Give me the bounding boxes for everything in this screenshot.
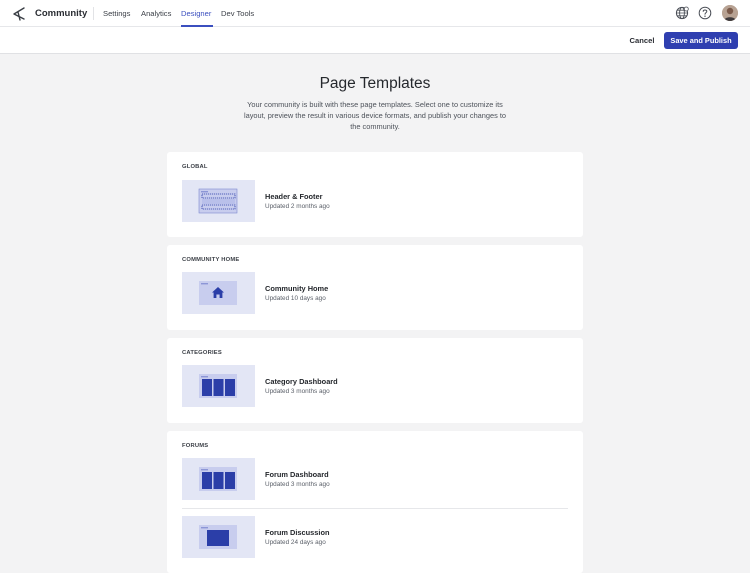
community-logo-icon[interactable] <box>12 6 26 21</box>
section-card-global: GLOBAL Header & Footer Updated 2 months … <box>167 152 583 237</box>
nav-divider <box>93 7 94 20</box>
section-label: GLOBAL <box>182 164 208 170</box>
tab-designer[interactable]: Designer <box>181 9 211 18</box>
section-card-forums: FORUMS Forum Dashboard Updated 3 months … <box>167 431 583 573</box>
home-icon <box>199 281 237 305</box>
template-name[interactable]: Forum Dashboard <box>265 470 329 479</box>
template-thumbnail[interactable] <box>182 516 255 558</box>
top-nav: Community Settings Analytics Designer De… <box>0 0 750 27</box>
single-block-layout-icon <box>199 525 237 549</box>
template-updated: Updated 3 months ago <box>265 388 330 395</box>
tab-dev-tools[interactable]: Dev Tools <box>221 9 254 18</box>
page-title: Page Templates <box>319 75 431 92</box>
template-name[interactable]: Forum Discussion <box>265 528 329 537</box>
action-bar: Cancel Save and Publish <box>0 27 750 54</box>
header-footer-layout-icon <box>198 188 238 214</box>
section-label: FORUMS <box>182 443 209 449</box>
page-description: Your community is built with these page … <box>243 100 507 131</box>
template-updated: Updated 3 months ago <box>265 481 330 488</box>
template-name[interactable]: Header & Footer <box>265 192 323 201</box>
cancel-button[interactable]: Cancel <box>622 33 662 48</box>
section-card-categories: CATEGORIES Category Dashboard Updated 3 … <box>167 338 583 423</box>
avatar-image-icon <box>722 5 738 21</box>
save-and-publish-button[interactable]: Save and Publish <box>664 32 738 49</box>
section-card-community-home: COMMUNITY HOME Community Home Updated 10… <box>167 245 583 330</box>
row-divider <box>182 508 568 509</box>
template-thumbnail[interactable] <box>182 272 255 314</box>
template-name[interactable]: Category Dashboard <box>265 377 338 386</box>
template-name[interactable]: Community Home <box>265 284 328 293</box>
template-thumbnail[interactable] <box>182 180 255 222</box>
template-updated: Updated 10 days ago <box>265 295 326 302</box>
three-column-layout-icon <box>199 467 237 491</box>
globe-settings-icon[interactable] <box>675 6 689 20</box>
template-updated: Updated 2 months ago <box>265 203 330 210</box>
section-label: CATEGORIES <box>182 350 222 356</box>
template-thumbnail[interactable] <box>182 365 255 407</box>
brand-name[interactable]: Community <box>35 8 87 19</box>
tab-analytics[interactable]: Analytics <box>141 9 171 18</box>
user-avatar[interactable] <box>722 5 738 21</box>
template-thumbnail[interactable] <box>182 458 255 500</box>
help-icon[interactable] <box>698 6 712 20</box>
tab-settings[interactable]: Settings <box>103 9 130 18</box>
three-column-layout-icon <box>199 374 237 398</box>
section-label: COMMUNITY HOME <box>182 257 240 263</box>
template-updated: Updated 24 days ago <box>265 539 326 546</box>
